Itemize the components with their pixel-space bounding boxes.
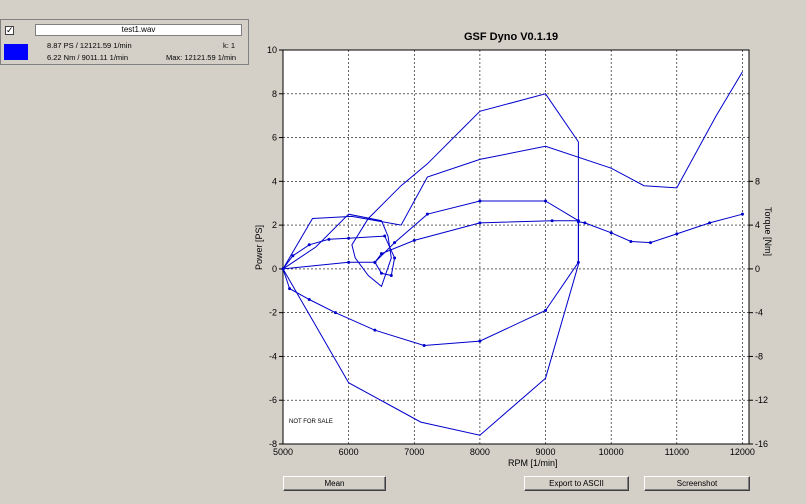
x-tick-label: 7000 — [404, 447, 424, 457]
curve-point — [281, 267, 285, 271]
curve-point — [393, 241, 397, 245]
curve-point — [583, 221, 587, 225]
x-tick-label: 9000 — [536, 447, 556, 457]
y-axis-label: Power [PS] — [254, 225, 264, 270]
curve-point — [544, 308, 548, 312]
curve-point — [327, 237, 331, 241]
x-tick-label: 10000 — [599, 447, 624, 457]
curve-point — [393, 256, 397, 260]
x-axis-label: RPM [1/min] — [508, 458, 558, 468]
y2-tick-label: 4 — [755, 220, 760, 230]
curve-point — [708, 221, 712, 225]
y-tick-label: -6 — [269, 395, 277, 405]
y2-axis-label: Torque [Nm] — [763, 207, 773, 256]
curve-point — [740, 212, 744, 216]
y-tick-label: -8 — [269, 439, 277, 449]
y-tick-label: 6 — [272, 133, 277, 143]
y2-tick-label: -4 — [755, 308, 763, 318]
export-ascii-button[interactable]: Export to ASCII — [524, 476, 629, 491]
screenshot-button[interactable]: Screenshot — [644, 476, 750, 491]
curve-point — [649, 241, 653, 245]
mean-button[interactable]: Mean — [283, 476, 386, 491]
dyno-window: ✓ test1.wav 8.87 PS / 12121.59 1/min k: … — [0, 0, 806, 504]
curve-point — [291, 254, 295, 258]
x-tick-label: 11000 — [665, 447, 689, 457]
curve-point — [288, 287, 292, 291]
y-tick-label: -2 — [269, 308, 277, 318]
x-tick-label: 6000 — [339, 447, 359, 457]
dyno-plot: 5000 6000 7000 8000 9000 10000 11000 1200010864… — [254, 45, 773, 468]
curve-point — [478, 339, 482, 343]
curve-point — [544, 199, 548, 203]
curve-point — [383, 234, 387, 238]
x-tick-label: 12000 — [730, 447, 755, 457]
curve-point — [425, 212, 429, 216]
x-tick-label: 8000 — [470, 447, 490, 457]
curve-point — [347, 236, 351, 240]
curve-point — [379, 252, 383, 256]
curve-point — [412, 238, 416, 242]
y2-tick-label: -12 — [755, 395, 768, 405]
y-tick-label: -4 — [269, 351, 277, 361]
curve-point — [629, 240, 633, 244]
watermark: NOT FOR SALE — [289, 419, 333, 425]
curve-point — [576, 220, 580, 224]
y-tick-label: 10 — [267, 45, 277, 55]
curve-point — [334, 311, 338, 315]
curve-point — [307, 243, 311, 247]
y-tick-label: 4 — [272, 176, 277, 186]
y2-tick-label: -8 — [755, 351, 763, 361]
curve-point — [576, 260, 580, 264]
curve-point — [389, 273, 393, 277]
curve-point — [347, 260, 351, 264]
curve-point — [422, 344, 426, 347]
curve-point — [609, 231, 613, 235]
y-tick-label: 2 — [272, 220, 277, 230]
curve-point — [373, 260, 377, 264]
y-tick-label: 8 — [272, 89, 277, 99]
curve-point — [550, 219, 554, 223]
curve-point — [379, 271, 383, 275]
curve-point — [478, 221, 482, 225]
curve-point — [307, 298, 311, 302]
y2-tick-label: -16 — [755, 439, 768, 449]
curve-point — [373, 328, 377, 332]
curve-point — [478, 199, 482, 203]
curve-point — [675, 232, 679, 236]
y2-tick-label: 0 — [755, 264, 760, 274]
y-tick-label: 0 — [272, 264, 277, 274]
y2-tick-label: 8 — [755, 176, 760, 186]
